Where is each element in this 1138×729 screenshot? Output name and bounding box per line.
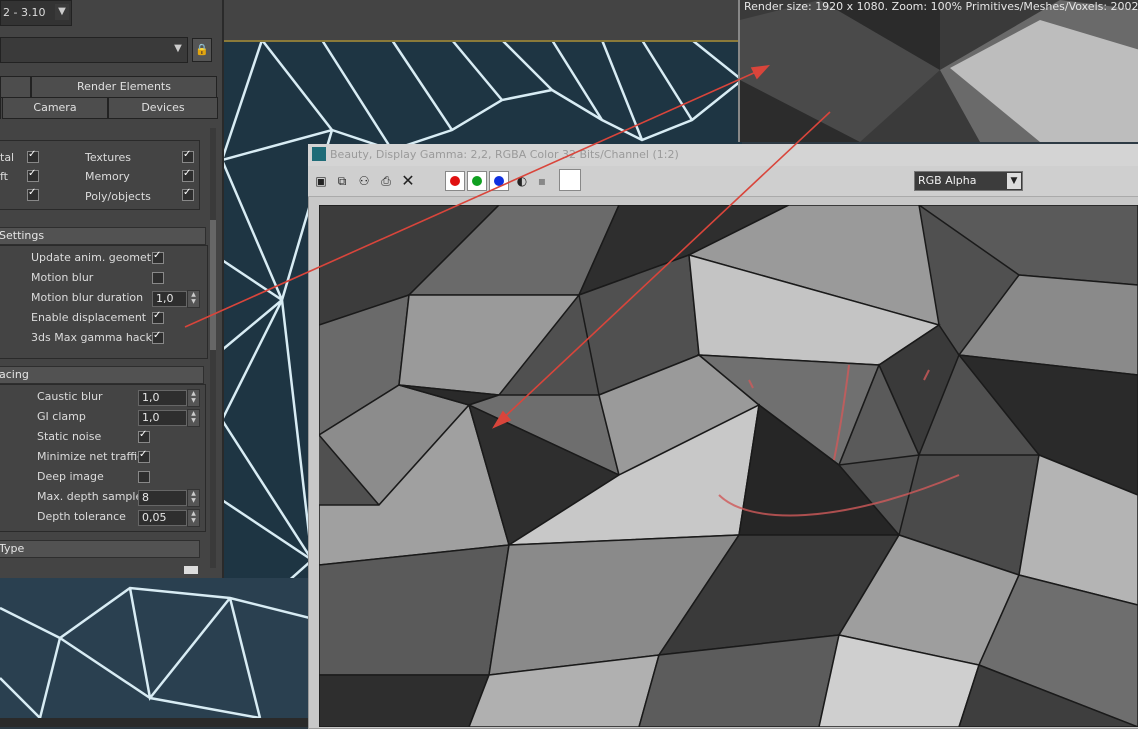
annotation-arrow-line	[496, 111, 831, 425]
annotation-arrow-line	[184, 67, 766, 328]
annotation-arrows	[184, 64, 831, 429]
annotation-arrowhead	[750, 64, 771, 80]
